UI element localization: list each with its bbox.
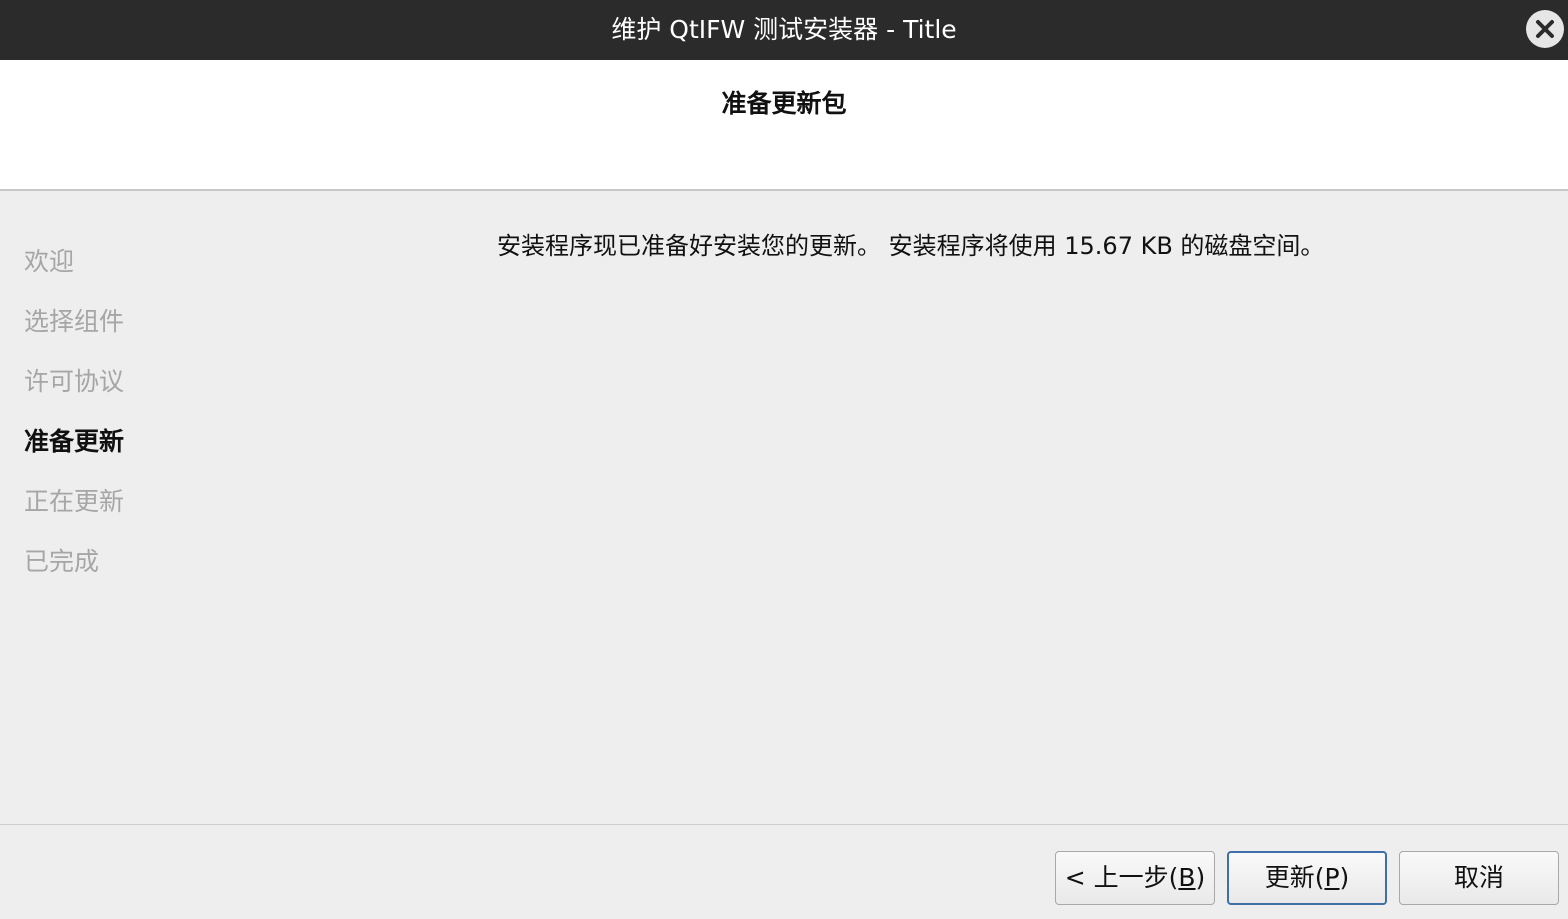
- close-button[interactable]: [1526, 10, 1564, 48]
- step-updating: 正在更新: [24, 487, 125, 516]
- footer-divider: [0, 824, 1568, 825]
- close-icon: [1536, 20, 1554, 38]
- back-button-label-prefix: < 上一步(: [1064, 863, 1179, 892]
- update-button-label-prefix: 更新(: [1264, 863, 1325, 892]
- ready-message: 安装程序现已准备好安装您的更新。 安装程序将使用 15.67 KB 的磁盘空间。: [497, 232, 1325, 260]
- wizard-steps: 欢迎 选择组件 许可协议 准备更新 正在更新 已完成: [24, 232, 284, 592]
- page-title: 准备更新包: [721, 89, 847, 118]
- step-select-components: 选择组件: [24, 307, 125, 336]
- update-button-label-suffix: ): [1339, 863, 1350, 892]
- title-bar: 维护 QtIFW 测试安装器 - Title: [0, 0, 1568, 60]
- step-license-agreement: 许可协议: [24, 367, 125, 396]
- update-button[interactable]: 更新(P): [1227, 851, 1387, 905]
- back-button[interactable]: < 上一步(B): [1055, 851, 1215, 905]
- step-prepare-update: 准备更新: [24, 427, 125, 456]
- cancel-button[interactable]: 取消: [1399, 851, 1559, 905]
- back-button-mnemonic: B: [1178, 863, 1196, 892]
- update-button-mnemonic: P: [1324, 863, 1340, 892]
- back-button-label-suffix: ): [1195, 863, 1206, 892]
- window-title: 维护 QtIFW 测试安装器 - Title: [611, 15, 957, 44]
- step-finished: 已完成: [24, 547, 100, 576]
- step-welcome: 欢迎: [24, 247, 75, 276]
- page-header: 准备更新包: [0, 60, 1568, 191]
